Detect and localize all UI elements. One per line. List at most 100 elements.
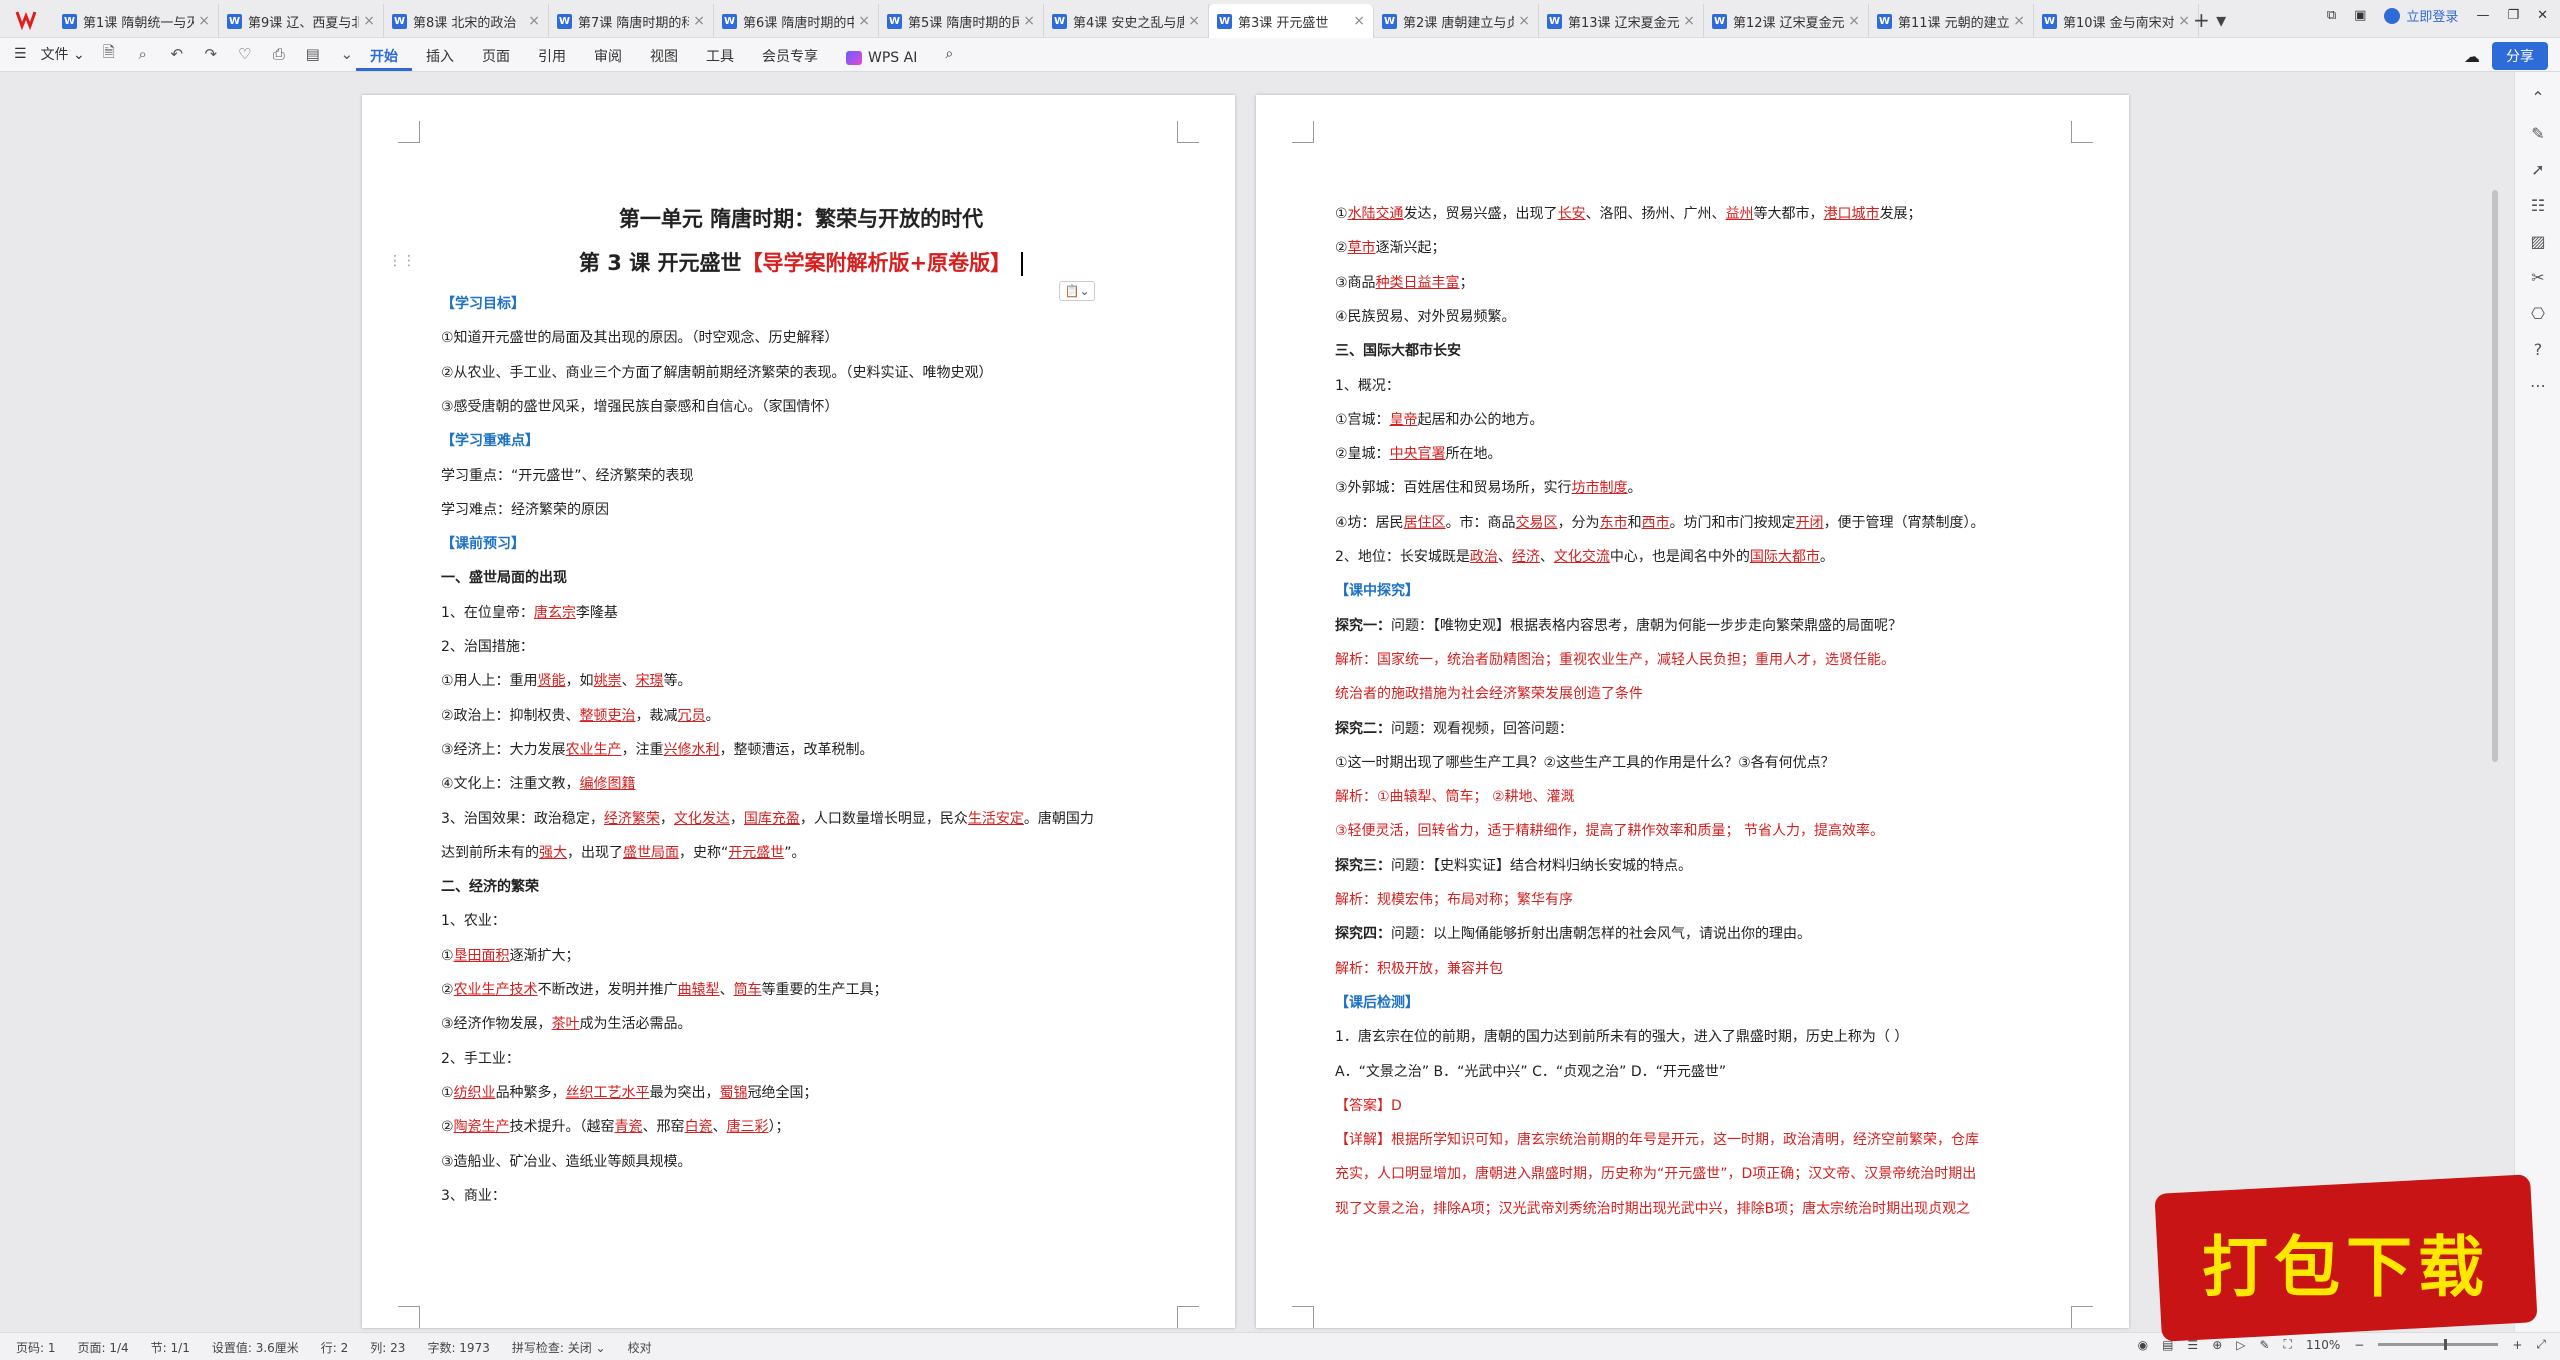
doc-tab[interactable]: W 第2课 唐朝建立与贞 ×: [1374, 4, 1539, 38]
text-run: 2、地位：长安城既是: [1335, 549, 1470, 565]
doc-tab[interactable]: W 第9课 辽、西夏与北宋×: [219, 4, 384, 38]
cloud-icon[interactable]: ☁: [2464, 47, 2480, 66]
minimize-button[interactable]: —: [2476, 8, 2489, 23]
doc-tab[interactable]: W 第12课 辽宋夏金元 ×: [1704, 4, 1869, 38]
layout-icon[interactable]: ▣: [2354, 8, 2366, 23]
wps-logo-icon[interactable]: [12, 6, 46, 32]
doc-tab[interactable]: W 第10课 金与南宋对 ×: [2034, 4, 2199, 38]
close-tab-icon[interactable]: ×: [528, 13, 540, 29]
ribbon-menu-item[interactable]: 视图: [636, 44, 692, 71]
ribbon-menu-item[interactable]: 页面: [468, 44, 524, 71]
status-row: 行: 2: [320, 1341, 349, 1355]
doc-tab[interactable]: W 第6课 隋唐时期的中 ×: [714, 4, 879, 38]
zoom-slider[interactable]: [2378, 1339, 2499, 1350]
image-icon[interactable]: ▨: [2527, 230, 2549, 252]
play-icon[interactable]: ▷: [2236, 1338, 2245, 1352]
fit-icon[interactable]: ⛶: [2284, 1337, 2292, 1352]
ribbon-menu-item[interactable]: 审阅: [580, 44, 636, 71]
ribbon-menu-item[interactable]: 引用: [524, 44, 580, 71]
status-page[interactable]: 页码: 1: [16, 1339, 56, 1356]
wps-ai-button[interactable]: WPS AI: [832, 44, 931, 71]
adjust-icon[interactable]: ☷: [2527, 194, 2549, 216]
close-tab-icon[interactable]: ×: [198, 13, 210, 29]
ribbon-menu-item[interactable]: 会员专享: [748, 44, 832, 71]
status-proofread[interactable]: 校对: [628, 1339, 652, 1356]
word-doc-icon: W: [557, 13, 572, 29]
status-spell-check[interactable]: 拼写检查: 关闭 ⌄: [512, 1339, 606, 1356]
save-icon[interactable]: 🗎: [99, 43, 119, 64]
export-pdf-icon[interactable]: ▤: [303, 44, 323, 64]
close-button[interactable]: ✕: [2537, 8, 2548, 23]
doc-tab[interactable]: W 第7课 隋唐时期的科 ×: [549, 4, 714, 38]
zoom-out-button[interactable]: −: [2354, 1338, 2364, 1352]
tools-icon[interactable]: ✂: [2527, 266, 2549, 288]
drag-handle-icon[interactable]: ⋮⋮: [388, 253, 416, 269]
close-tab-icon[interactable]: ×: [1023, 13, 1035, 29]
more-icon[interactable]: ⋯: [2527, 374, 2549, 396]
close-tab-icon[interactable]: ×: [693, 13, 705, 29]
translate-icon[interactable]: ⎔: [2527, 302, 2549, 324]
fullscreen-icon[interactable]: ⤢: [2536, 1337, 2546, 1352]
pen-mode-icon[interactable]: ✎: [2259, 1338, 2269, 1352]
ribbon-menu-item[interactable]: 插入: [412, 44, 468, 71]
close-tab-icon[interactable]: ×: [2178, 13, 2190, 29]
window-tile-icon[interactable]: ⧉: [2327, 8, 2336, 23]
document-line: 现了文景之治，排除A项；汉光武帝刘秀统治时期出现光武中兴，排除B项；唐太宗统治时…: [1335, 1198, 1970, 1218]
document-line: 1、在位皇帝：唐玄宗李隆基: [441, 602, 618, 622]
status-pages[interactable]: 页面: 1/4: [78, 1339, 129, 1356]
document-line: 2、地位：长安城既是政治、经济、文化交流中心，也是闻名中外的国际大都市。: [1335, 546, 1834, 566]
scrollbar-thumb[interactable]: [2492, 190, 2498, 762]
doc-tab[interactable]: W 第13课 辽宋夏金元 ×: [1539, 4, 1704, 38]
document-page-2[interactable]: ①水陆交通发达，贸易兴盛，出现了长安、洛阳、扬州、广州、益州等大都市，港口城市发…: [1256, 95, 2129, 1328]
web-view-icon[interactable]: ⊕: [2212, 1338, 2222, 1352]
new-tab-button[interactable]: + ▾: [2193, 8, 2226, 32]
status-section[interactable]: 节: 1/1: [151, 1339, 190, 1356]
collapse-icon[interactable]: ⌃: [2527, 86, 2549, 108]
close-tab-icon[interactable]: ×: [1848, 13, 1860, 29]
status-word-count[interactable]: 字数: 1973: [427, 1339, 489, 1356]
download-banner[interactable]: 打包下载: [2154, 1174, 2538, 1342]
close-tab-icon[interactable]: ×: [1683, 13, 1695, 29]
zoom-level[interactable]: 110%: [2306, 1338, 2340, 1352]
doc-tab[interactable]: W 第1课 隋朝统一与灭亡×: [54, 4, 219, 38]
pen-icon[interactable]: ✎: [2527, 122, 2549, 144]
close-tab-icon[interactable]: ×: [363, 13, 375, 29]
text-run: 等。: [663, 673, 692, 690]
ribbon-menu-item[interactable]: 工具: [692, 44, 748, 71]
maximize-button[interactable]: ❐: [2507, 8, 2519, 23]
login-button[interactable]: 立即登录: [2384, 6, 2458, 25]
close-tab-icon[interactable]: ×: [1353, 13, 1365, 29]
more-tools-icon[interactable]: ⌄: [337, 44, 357, 64]
doc-tab[interactable]: W 第4课 安史之乱与唐 ×: [1044, 4, 1209, 38]
eye-icon[interactable]: ◉: [2138, 1338, 2148, 1352]
status-setting[interactable]: 设置值: 3.6厘米: [212, 1339, 299, 1356]
doc-tab[interactable]: W 第8课 北宋的政治 ×: [384, 4, 549, 38]
hamburger-icon[interactable]: ☰: [14, 46, 27, 62]
print-preview-icon[interactable]: ⌕: [133, 44, 153, 64]
doc-tab[interactable]: W 第11课 元朝的建立 ×: [1869, 4, 2034, 38]
ribbon-menu-item[interactable]: 开始: [356, 44, 412, 71]
doc-tab[interactable]: W 第5课 隋唐时期的民 ×: [879, 4, 1044, 38]
zoom-in-button[interactable]: +: [2512, 1338, 2522, 1352]
text-run: ，如: [565, 673, 594, 690]
close-tab-icon[interactable]: ×: [2013, 13, 2025, 29]
close-tab-icon[interactable]: ×: [1188, 13, 1200, 29]
close-tab-icon[interactable]: ×: [858, 13, 870, 29]
text-run: ③商品: [1335, 274, 1376, 291]
select-icon[interactable]: ➚: [2527, 158, 2549, 180]
zoom-slider-knob[interactable]: [2444, 1339, 2448, 1350]
search-icon[interactable]: ⌕: [931, 44, 967, 71]
paste-options-icon[interactable]: 📋⌄: [1059, 281, 1095, 301]
help-icon[interactable]: ?: [2527, 338, 2549, 360]
document-page-1[interactable]: ⋮⋮ 第一单元 隋唐时期：繁荣与开放的时代 第 3 课 开元盛世【导学案附解析版…: [362, 95, 1235, 1328]
undo-icon[interactable]: ↶: [167, 44, 187, 64]
print-icon[interactable]: ⎙: [269, 44, 289, 64]
doc-tab[interactable]: W 第3课 开元盛世 ×: [1209, 4, 1374, 38]
redo-icon[interactable]: ↷: [201, 44, 221, 64]
share-button[interactable]: 分享: [2492, 42, 2548, 70]
close-tab-icon[interactable]: ×: [1518, 13, 1530, 29]
format-painter-icon[interactable]: ♡: [235, 44, 255, 64]
file-menu[interactable]: 文件 ⌄: [41, 44, 85, 64]
document-line: ②从农业、手工业、商业三个方面了解唐朝前期经济繁荣的表现。（史料实证、唯物史观）: [441, 362, 993, 382]
text-run: 【答案】D: [1335, 1097, 1402, 1114]
